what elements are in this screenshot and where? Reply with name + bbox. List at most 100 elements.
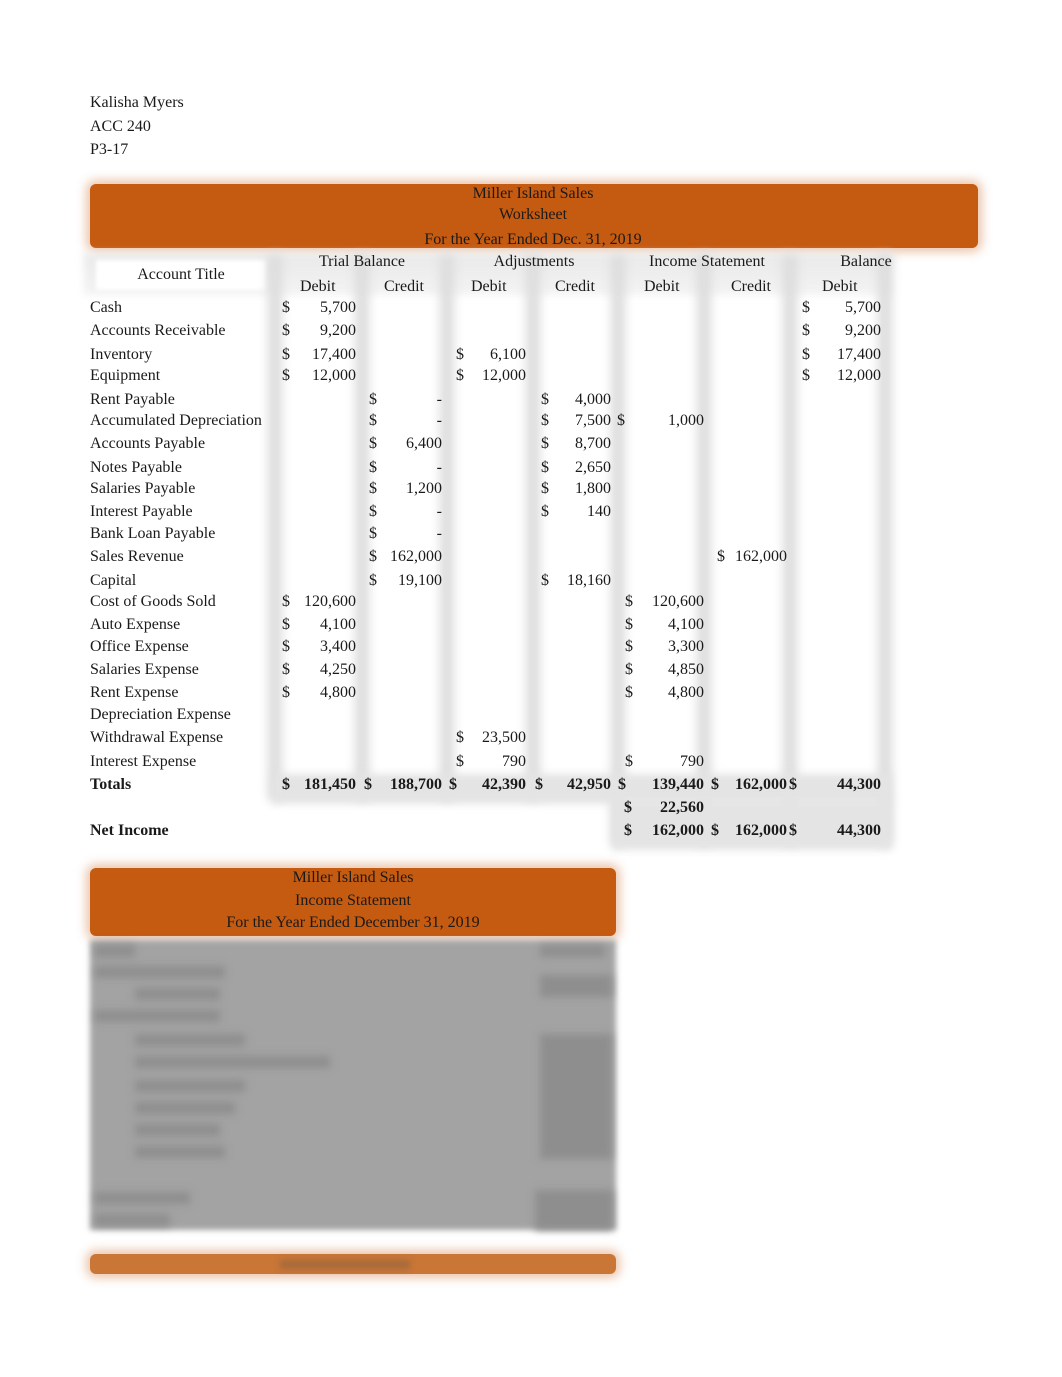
amount: 120,600: [652, 593, 704, 610]
currency-symbol: $: [541, 480, 549, 497]
subheader-debit: Debit: [471, 278, 507, 295]
currency-symbol: $: [369, 459, 377, 476]
blurred-text: [135, 1056, 330, 1068]
blurred-amount: [540, 1034, 612, 1159]
amount: 162,000: [735, 776, 787, 793]
amount: 17,400: [837, 346, 881, 363]
amount: 120,600: [304, 593, 356, 610]
blurred-text: [135, 1080, 245, 1092]
account-title-header: Account Title: [137, 266, 225, 283]
blurred-text: [135, 1102, 235, 1114]
account-name: Inventory: [90, 346, 153, 363]
account-name: Accounts Receivable: [90, 322, 226, 339]
account-name: Rent Payable: [90, 391, 175, 408]
amount: 139,440: [652, 776, 704, 793]
amount: 162,000: [735, 822, 787, 839]
currency-symbol: $: [711, 776, 719, 793]
subheader-credit: Credit: [384, 278, 424, 295]
blurred-text: [95, 945, 135, 957]
amount: 188,700: [390, 776, 442, 793]
worksheet-title-band: Miller Island Sales Worksheet For the Ye…: [90, 184, 978, 248]
amount: 9,200: [845, 322, 881, 339]
blurred-text: [280, 1260, 410, 1269]
account-name: Cash: [90, 299, 122, 316]
subheader-credit: Credit: [731, 278, 771, 295]
currency-symbol: $: [456, 729, 464, 746]
amount: 23,500: [482, 729, 526, 746]
account-name: Accounts Payable: [90, 435, 206, 452]
blurred-amount: [540, 945, 605, 957]
column-separator: [878, 255, 892, 845]
column-separator: [355, 255, 369, 800]
student-name: Kalisha Myers: [90, 94, 184, 111]
account-name: Interest Payable: [90, 503, 193, 520]
currency-symbol: $: [282, 346, 290, 363]
currency-symbol: $: [541, 391, 549, 408]
amount: 9,200: [320, 322, 356, 339]
amount: 162,000: [735, 548, 787, 565]
account-name: Bank Loan Payable: [90, 525, 216, 542]
currency-symbol: $: [617, 412, 625, 429]
amount: 42,390: [482, 776, 526, 793]
amount: 4,800: [320, 684, 356, 701]
amount: 4,800: [668, 684, 704, 701]
amount: -: [436, 525, 442, 542]
amount: 18,160: [567, 572, 611, 589]
blurred-amount: [540, 975, 612, 997]
amount: 12,000: [312, 367, 356, 384]
currency-symbol: $: [624, 799, 632, 816]
currency-symbol: $: [369, 525, 377, 542]
currency-symbol: $: [624, 822, 632, 839]
amount: 162,000: [390, 548, 442, 565]
currency-symbol: $: [456, 367, 464, 384]
account-name: Auto Expense: [90, 616, 181, 633]
group-balance: Balance: [840, 253, 892, 270]
account-name: Accumulated Depreciation: [90, 412, 262, 429]
currency-symbol: $: [625, 638, 633, 655]
amount: 3,300: [668, 638, 704, 655]
account-name: Salaries Expense: [90, 661, 199, 678]
currency-symbol: $: [541, 503, 549, 520]
currency-symbol: $: [282, 684, 290, 701]
currency-symbol: $: [541, 412, 549, 429]
account-name: Interest Expense: [90, 753, 197, 770]
currency-symbol: $: [625, 661, 633, 678]
amount: 1,800: [575, 480, 611, 497]
currency-symbol: $: [282, 616, 290, 633]
account-name: Salaries Payable: [90, 480, 196, 497]
amount: -: [436, 459, 442, 476]
currency-symbol: $: [369, 435, 377, 452]
amount: -: [436, 391, 442, 408]
amount: 2,650: [575, 459, 611, 476]
currency-symbol: $: [369, 391, 377, 408]
currency-symbol: $: [282, 593, 290, 610]
account-name: Capital: [90, 572, 137, 589]
amount: 4,000: [575, 391, 611, 408]
worksheet-title: Worksheet: [498, 206, 568, 223]
currency-symbol: $: [711, 822, 719, 839]
amount: 181,450: [304, 776, 356, 793]
currency-symbol: $: [802, 367, 810, 384]
account-name: Office Expense: [90, 638, 189, 655]
currency-symbol: $: [369, 412, 377, 429]
currency-symbol: $: [456, 753, 464, 770]
group-adjustments: Adjustments: [493, 253, 575, 270]
currency-symbol: $: [449, 776, 457, 793]
account-name: Rent Expense: [90, 684, 179, 701]
amount: 8,700: [575, 435, 611, 452]
amount: 12,000: [837, 367, 881, 384]
account-name: Notes Payable: [90, 459, 182, 476]
subheader-debit: Debit: [822, 278, 858, 295]
currency-symbol: $: [717, 548, 725, 565]
currency-symbol: $: [282, 638, 290, 655]
currency-symbol: $: [625, 616, 633, 633]
amount: 7,500: [575, 412, 611, 429]
amount: 1,200: [406, 480, 442, 497]
blurred-text: [95, 966, 225, 978]
account-name: Depreciation Expense: [90, 706, 231, 723]
currency-symbol: $: [541, 435, 549, 452]
currency-symbol: $: [369, 572, 377, 589]
currency-symbol: $: [369, 480, 377, 497]
amount: 4,100: [320, 616, 356, 633]
amount: 6,400: [406, 435, 442, 452]
